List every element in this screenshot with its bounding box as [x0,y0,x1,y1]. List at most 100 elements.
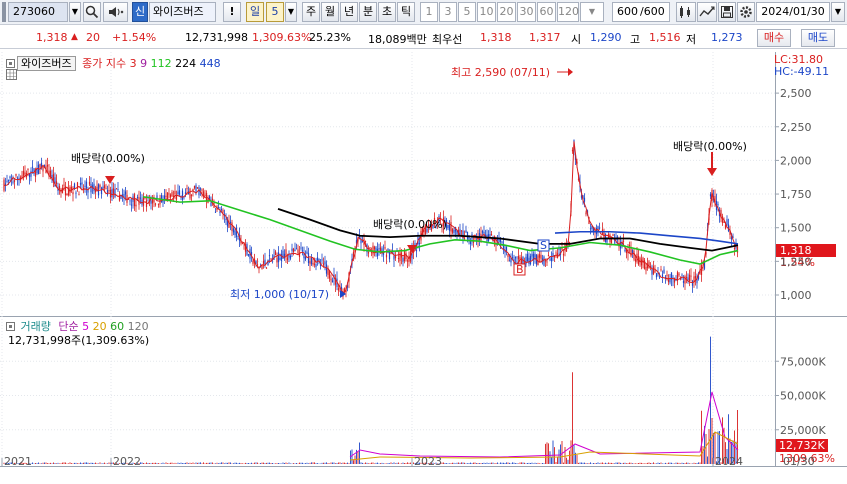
period-value-field[interactable]: 5 [266,2,284,22]
chart-area[interactable]: 최고 2,590 (07/11) 최저 1,000 (10/17) 배당락(0.00… [0,52,847,467]
candle-body [628,245,631,247]
candle-body [241,243,244,245]
candle-body [156,195,158,199]
tab-minute[interactable]: 분 [359,2,377,22]
candle-body [660,269,662,271]
interval-button-3[interactable]: 3 [439,2,457,22]
tab-second[interactable]: 초 [378,2,396,22]
quote-bar: 1,318 ▲ 20 +1.54% 12,731,998 1,309.63% 2… [0,27,847,49]
interval-button-1[interactable]: 1 [420,2,438,22]
stock-code-input[interactable]: 273060 [8,2,68,22]
stock-chart[interactable]: 최고 2,590 (07/11) 최저 1,000 (10/17) 배당락(0.00… [0,52,847,467]
candle-body [78,194,80,196]
chevron-down-icon[interactable]: ▼ [69,2,81,22]
candle-body [126,194,128,203]
candle-body [709,194,712,197]
stock-name-field[interactable]: 와이즈버즈 [149,2,216,22]
candle-body [112,188,115,194]
candle-body [169,194,172,198]
chevron-down-icon[interactable]: ▼ [580,2,604,22]
candle-body [276,257,278,263]
candle-body [133,194,136,207]
interval-button-30[interactable]: 30 [517,2,536,22]
candle-body [463,237,466,239]
candle-body [12,181,14,183]
interval-button-5[interactable]: 5 [458,2,476,22]
legend-ma-224: 224 [175,57,197,70]
volume-axis-label: 75,000K [780,355,826,368]
interval-button-60[interactable]: 60 [537,2,556,22]
candle-body [654,270,656,273]
candle-body [115,188,118,190]
chart-toolbar: 273060 ▼ 신 와이즈버즈 ! 일 5 ▼ 주 월 년 분 초 틱 1 3… [0,0,847,25]
candle-body [514,256,517,259]
candle-body [630,248,632,257]
candle-body [252,260,254,264]
candle-body [633,250,635,260]
candle-body [108,190,110,192]
candle-body [384,247,386,249]
candle-body [373,246,376,250]
candle-body [526,254,529,262]
candle-body [393,255,395,260]
candle-body [234,230,236,235]
candle-body [603,232,605,242]
candle-body [72,192,74,195]
panel-settings-icon[interactable] [6,59,15,68]
candle-body [85,181,88,189]
candle-body [645,267,647,271]
alert-button[interactable]: ! [223,2,241,22]
candle-body [286,257,289,261]
candle-body [534,253,536,258]
candle-body [543,256,545,266]
tab-tick[interactable]: 틱 [397,2,415,22]
candle-body [315,264,317,267]
volume-current-tag-label: 12,732K [779,439,825,452]
grip-handle[interactable] [2,2,6,22]
candle-body [279,258,281,260]
candle-body [501,241,503,243]
candle-body [142,197,145,206]
grid-toggle-icon[interactable] [6,69,17,83]
volume-ratio: 1,309.63% [252,31,312,44]
candle-body [549,259,551,261]
trend-icon[interactable] [697,2,717,22]
date-input[interactable]: 2024/01/30 [756,2,830,22]
change-percent: +1.54% [112,31,157,44]
save-icon[interactable] [718,2,736,22]
candle-body [66,193,68,195]
candle-body [205,192,208,201]
candle-body [309,261,311,264]
interval-button-120[interactable]: 120 [557,2,579,22]
up-triangle-icon: ▲ [71,32,78,42]
count-input[interactable]: 600 [612,2,640,22]
candle-body [177,191,179,195]
tab-month[interactable]: 월 [321,2,339,22]
chevron-down-icon[interactable]: ▼ [285,2,297,22]
candle-body [153,199,155,203]
search-icon[interactable] [83,2,101,22]
interval-button-20[interactable]: 20 [497,2,516,22]
candle-body [265,267,268,269]
legend-stock-name[interactable]: 와이즈버즈 [17,56,76,71]
gear-icon[interactable] [737,2,755,22]
chart-type-icon[interactable] [676,2,696,22]
speaker-icon[interactable] [103,2,128,22]
calendar-dropdown-icon[interactable]: ▼ [831,2,845,22]
candle-body [562,254,565,256]
tab-year[interactable]: 년 [340,2,358,22]
candle-body [622,240,625,242]
tab-week[interactable]: 주 [302,2,320,22]
candle-body [232,228,235,233]
candle-body [658,276,661,278]
sell-button[interactable]: 매도 [801,29,835,47]
panel-settings-icon[interactable] [6,322,15,331]
candle-body [655,273,658,278]
period-day-tab[interactable]: 일 [246,2,264,22]
candle-body [331,280,334,283]
interval-button-10[interactable]: 10 [477,2,496,22]
candle-body [690,275,692,277]
candle-body [7,179,10,181]
candle-body [583,197,586,202]
buy-button[interactable]: 매수 [757,29,791,47]
